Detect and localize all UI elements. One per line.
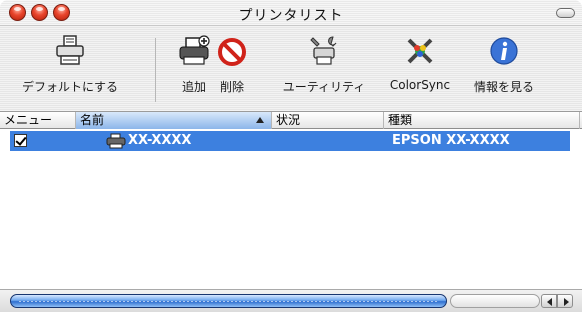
printer-icon [106, 133, 126, 149]
scrollbar-thumb[interactable] [10, 294, 447, 308]
printer-type: EPSON XX-XXXX [392, 133, 510, 148]
utility-icon [310, 36, 337, 65]
table-row[interactable]: XX-XXXX EPSON XX-XXXX [10, 131, 570, 151]
toolbar-toggle-button[interactable] [556, 8, 575, 18]
delete-icon [218, 38, 246, 66]
scrollbar-track[interactable] [450, 294, 540, 308]
default-printer-icon [56, 35, 84, 65]
delete-label: 削除 [219, 80, 244, 94]
column-header-menu[interactable]: メニュー [0, 112, 76, 129]
horizontal-scrollbar[interactable] [0, 289, 582, 312]
printer-name: XX-XXXX [128, 133, 192, 148]
scroll-right-button[interactable] [557, 294, 573, 308]
column-header-name-label: 名前 [80, 113, 105, 127]
column-header-type[interactable]: 種類 [384, 112, 580, 129]
column-header-name[interactable]: 名前 [76, 112, 272, 129]
utility-label: ユーティリティ [282, 80, 366, 94]
add-printer-icon [179, 35, 210, 65]
toolbar-separator [155, 38, 156, 102]
toolbar: デフォルトにする 追加 削除 ユーティリティ ColorSync 情報を見る [0, 26, 582, 112]
make-default-label: デフォルトにする [21, 80, 119, 94]
table-header: メニュー 名前 状況 種類 [0, 112, 582, 129]
info-button[interactable]: 情報を見る [464, 34, 544, 106]
colorsync-button[interactable]: ColorSync [380, 34, 460, 106]
printer-list[interactable]: XX-XXXX EPSON XX-XXXX [0, 129, 582, 289]
utility-button[interactable]: ユーティリティ [274, 34, 374, 106]
delete-button[interactable]: 削除 [210, 34, 254, 106]
colorsync-label: ColorSync [389, 78, 451, 92]
colorsync-icon [407, 38, 433, 64]
make-default-button[interactable]: デフォルトにする [12, 34, 128, 106]
title-bar[interactable]: プリンタリスト [0, 0, 582, 26]
sort-ascending-icon [256, 117, 264, 123]
info-icon [490, 37, 518, 65]
window-title: プリンタリスト [238, 8, 344, 24]
scroll-left-button[interactable] [541, 294, 557, 308]
printer-list-window: プリンタリスト デフォルトにする 追加 削除 ユーティリティ ColorSync… [0, 0, 582, 312]
info-label: 情報を見る [473, 80, 534, 94]
column-header-status[interactable]: 状況 [272, 112, 384, 129]
menu-checkbox[interactable] [14, 134, 27, 147]
